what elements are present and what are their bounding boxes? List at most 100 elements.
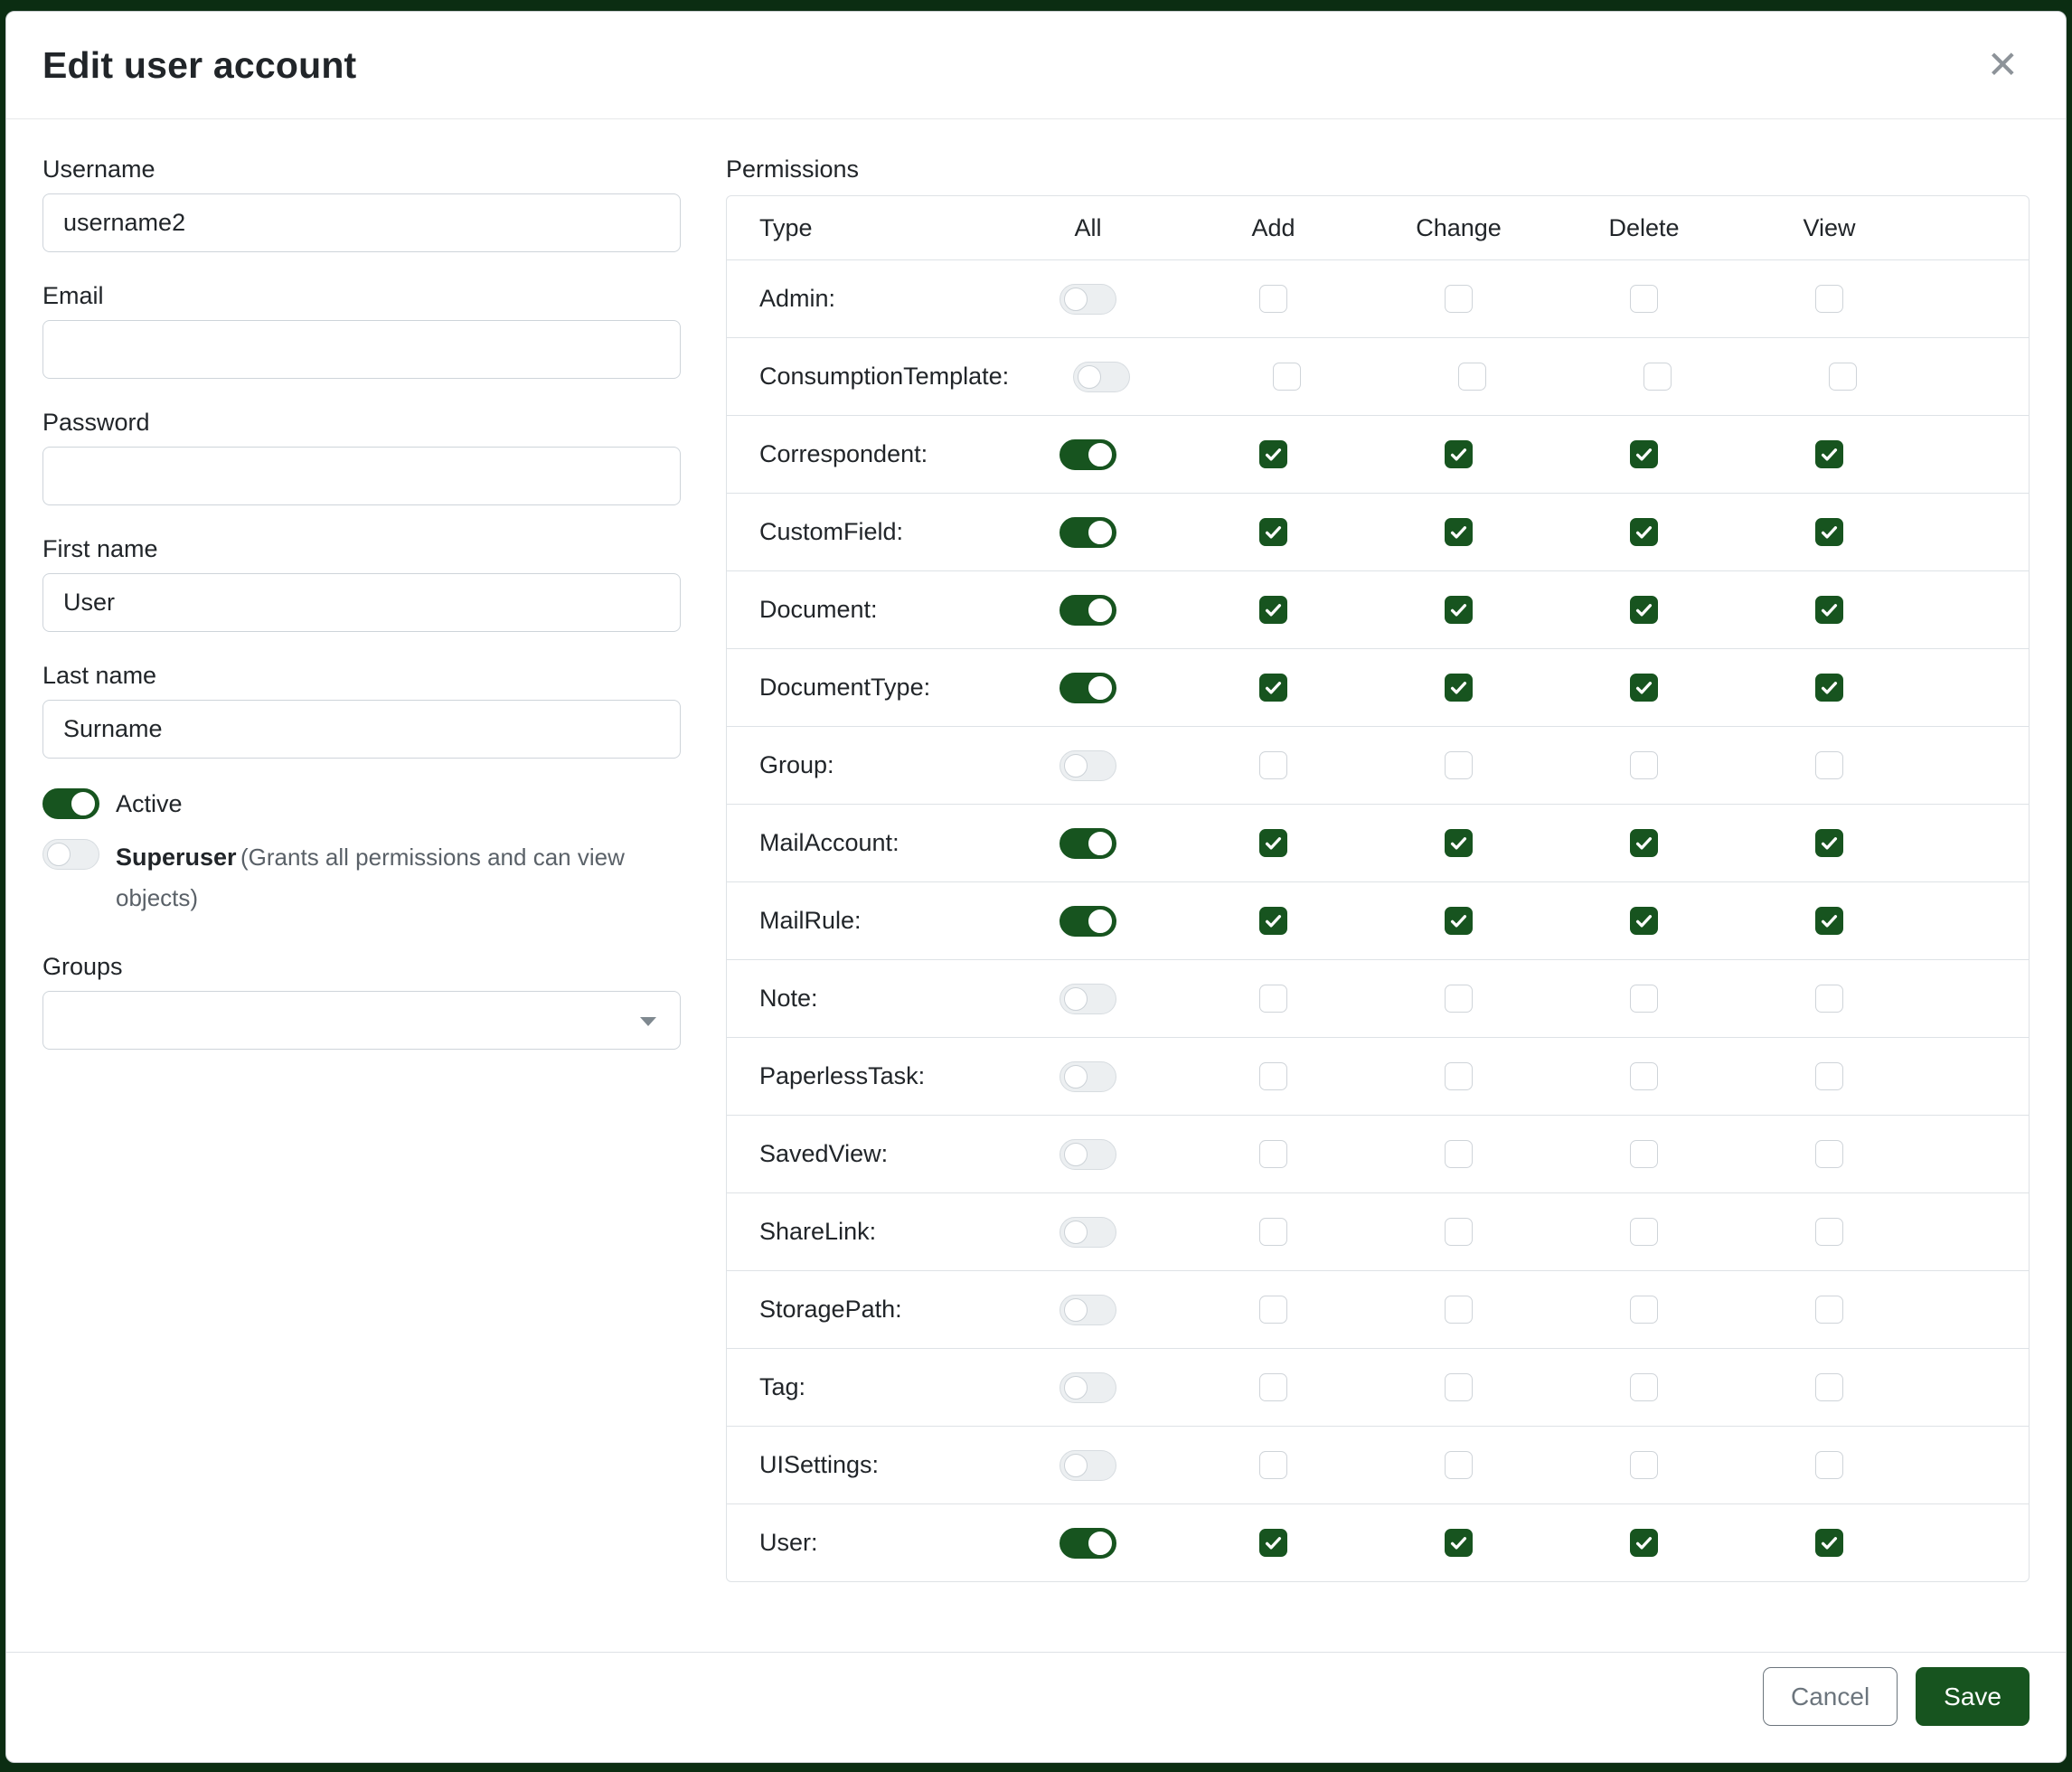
permission-change-checkbox[interactable]: [1445, 596, 1473, 624]
permission-all-switch[interactable]: [1073, 362, 1130, 392]
permission-delete-checkbox[interactable]: [1630, 1140, 1658, 1168]
permission-change-checkbox[interactable]: [1445, 1529, 1473, 1557]
permission-view-checkbox[interactable]: [1815, 1140, 1843, 1168]
permission-delete-checkbox[interactable]: [1630, 985, 1658, 1013]
permission-delete-checkbox[interactable]: [1630, 285, 1658, 313]
check-icon: [1819, 1532, 1840, 1553]
permission-change-checkbox[interactable]: [1445, 1218, 1473, 1246]
permission-view-checkbox[interactable]: [1815, 829, 1843, 857]
permission-all-switch[interactable]: [1060, 1217, 1116, 1248]
permission-all-switch[interactable]: [1060, 1295, 1116, 1325]
username-field[interactable]: [42, 193, 681, 252]
permission-delete-checkbox[interactable]: [1630, 1529, 1658, 1557]
permission-change-checkbox[interactable]: [1445, 985, 1473, 1013]
permission-all-switch[interactable]: [1060, 673, 1116, 703]
permission-delete-checkbox[interactable]: [1630, 907, 1658, 935]
permission-all-switch[interactable]: [1060, 1139, 1116, 1170]
permission-view-checkbox[interactable]: [1815, 751, 1843, 779]
column-header-delete: Delete: [1551, 214, 1737, 242]
permission-add-checkbox[interactable]: [1259, 674, 1287, 702]
permission-view-checkbox[interactable]: [1815, 1373, 1843, 1401]
check-icon: [1819, 599, 1840, 620]
permission-change-checkbox[interactable]: [1445, 285, 1473, 313]
permission-all-switch[interactable]: [1060, 517, 1116, 548]
permission-view-checkbox[interactable]: [1815, 1451, 1843, 1479]
permission-delete-checkbox[interactable]: [1630, 751, 1658, 779]
permission-change-checkbox[interactable]: [1445, 518, 1473, 546]
permission-change-checkbox[interactable]: [1445, 907, 1473, 935]
permission-change-checkbox[interactable]: [1445, 1373, 1473, 1401]
permission-all-switch[interactable]: [1060, 828, 1116, 859]
save-button[interactable]: Save: [1916, 1667, 2030, 1726]
permission-view-checkbox[interactable]: [1815, 440, 1843, 468]
permission-all-switch[interactable]: [1060, 439, 1116, 470]
last-name-field[interactable]: [42, 700, 681, 759]
permission-view-checkbox[interactable]: [1815, 1218, 1843, 1246]
permission-all-switch[interactable]: [1060, 1372, 1116, 1403]
permission-view-checkbox[interactable]: [1815, 907, 1843, 935]
permission-change-checkbox[interactable]: [1445, 674, 1473, 702]
permission-all-switch[interactable]: [1060, 1450, 1116, 1481]
permission-change-checkbox[interactable]: [1445, 1451, 1473, 1479]
permission-add-checkbox[interactable]: [1259, 907, 1287, 935]
permission-delete-checkbox[interactable]: [1630, 1451, 1658, 1479]
email-field[interactable]: [42, 320, 681, 379]
permission-change-checkbox[interactable]: [1445, 829, 1473, 857]
permission-delete-checkbox[interactable]: [1630, 518, 1658, 546]
permission-change-checkbox[interactable]: [1445, 751, 1473, 779]
permission-add-checkbox[interactable]: [1259, 751, 1287, 779]
permission-all-switch[interactable]: [1060, 906, 1116, 937]
permission-add-checkbox[interactable]: [1259, 1140, 1287, 1168]
permission-add-checkbox[interactable]: [1259, 440, 1287, 468]
permission-delete-checkbox[interactable]: [1630, 596, 1658, 624]
permission-delete-checkbox[interactable]: [1630, 829, 1658, 857]
close-icon[interactable]: ✕: [1980, 42, 2026, 88]
permission-delete-checkbox[interactable]: [1630, 1373, 1658, 1401]
permission-delete-checkbox[interactable]: [1630, 440, 1658, 468]
permission-add-checkbox[interactable]: [1259, 1218, 1287, 1246]
permission-add-checkbox[interactable]: [1259, 1062, 1287, 1090]
permission-view-checkbox[interactable]: [1815, 285, 1843, 313]
permission-view-checkbox[interactable]: [1815, 1062, 1843, 1090]
permission-add-checkbox[interactable]: [1259, 829, 1287, 857]
permission-add-checkbox[interactable]: [1259, 985, 1287, 1013]
permission-view-checkbox[interactable]: [1815, 674, 1843, 702]
permission-add-checkbox[interactable]: [1259, 1296, 1287, 1324]
active-toggle[interactable]: [42, 788, 99, 819]
permission-change-checkbox[interactable]: [1445, 1296, 1473, 1324]
permission-change-checkbox[interactable]: [1445, 440, 1473, 468]
permission-all-switch[interactable]: [1060, 284, 1116, 315]
permission-all-switch[interactable]: [1060, 595, 1116, 626]
permission-change-checkbox[interactable]: [1445, 1062, 1473, 1090]
permission-all-switch[interactable]: [1060, 750, 1116, 781]
permission-delete-checkbox[interactable]: [1630, 1296, 1658, 1324]
permission-view-checkbox[interactable]: [1829, 363, 1857, 391]
permission-delete-checkbox[interactable]: [1630, 674, 1658, 702]
permission-delete-checkbox[interactable]: [1630, 1218, 1658, 1246]
permission-add-checkbox[interactable]: [1259, 1529, 1287, 1557]
permission-all-switch[interactable]: [1060, 1528, 1116, 1559]
permission-delete-checkbox[interactable]: [1630, 1062, 1658, 1090]
cancel-button[interactable]: Cancel: [1763, 1667, 1898, 1726]
permission-add-checkbox[interactable]: [1259, 285, 1287, 313]
toggle-knob: [1088, 599, 1112, 622]
permission-view-checkbox[interactable]: [1815, 985, 1843, 1013]
permission-view-checkbox[interactable]: [1815, 518, 1843, 546]
permission-add-checkbox[interactable]: [1259, 1373, 1287, 1401]
permission-add-checkbox[interactable]: [1259, 518, 1287, 546]
permission-add-checkbox[interactable]: [1273, 363, 1301, 391]
superuser-toggle[interactable]: [42, 839, 99, 870]
groups-select[interactable]: [42, 991, 681, 1050]
permission-view-checkbox[interactable]: [1815, 596, 1843, 624]
permission-delete-checkbox[interactable]: [1643, 363, 1672, 391]
permission-add-checkbox[interactable]: [1259, 596, 1287, 624]
permission-view-checkbox[interactable]: [1815, 1296, 1843, 1324]
permission-change-checkbox[interactable]: [1445, 1140, 1473, 1168]
password-field[interactable]: [42, 447, 681, 505]
permission-add-checkbox[interactable]: [1259, 1451, 1287, 1479]
permission-view-checkbox[interactable]: [1815, 1529, 1843, 1557]
permission-all-switch[interactable]: [1060, 1061, 1116, 1092]
permission-change-checkbox[interactable]: [1458, 363, 1486, 391]
first-name-field[interactable]: [42, 573, 681, 632]
permission-all-switch[interactable]: [1060, 984, 1116, 1014]
